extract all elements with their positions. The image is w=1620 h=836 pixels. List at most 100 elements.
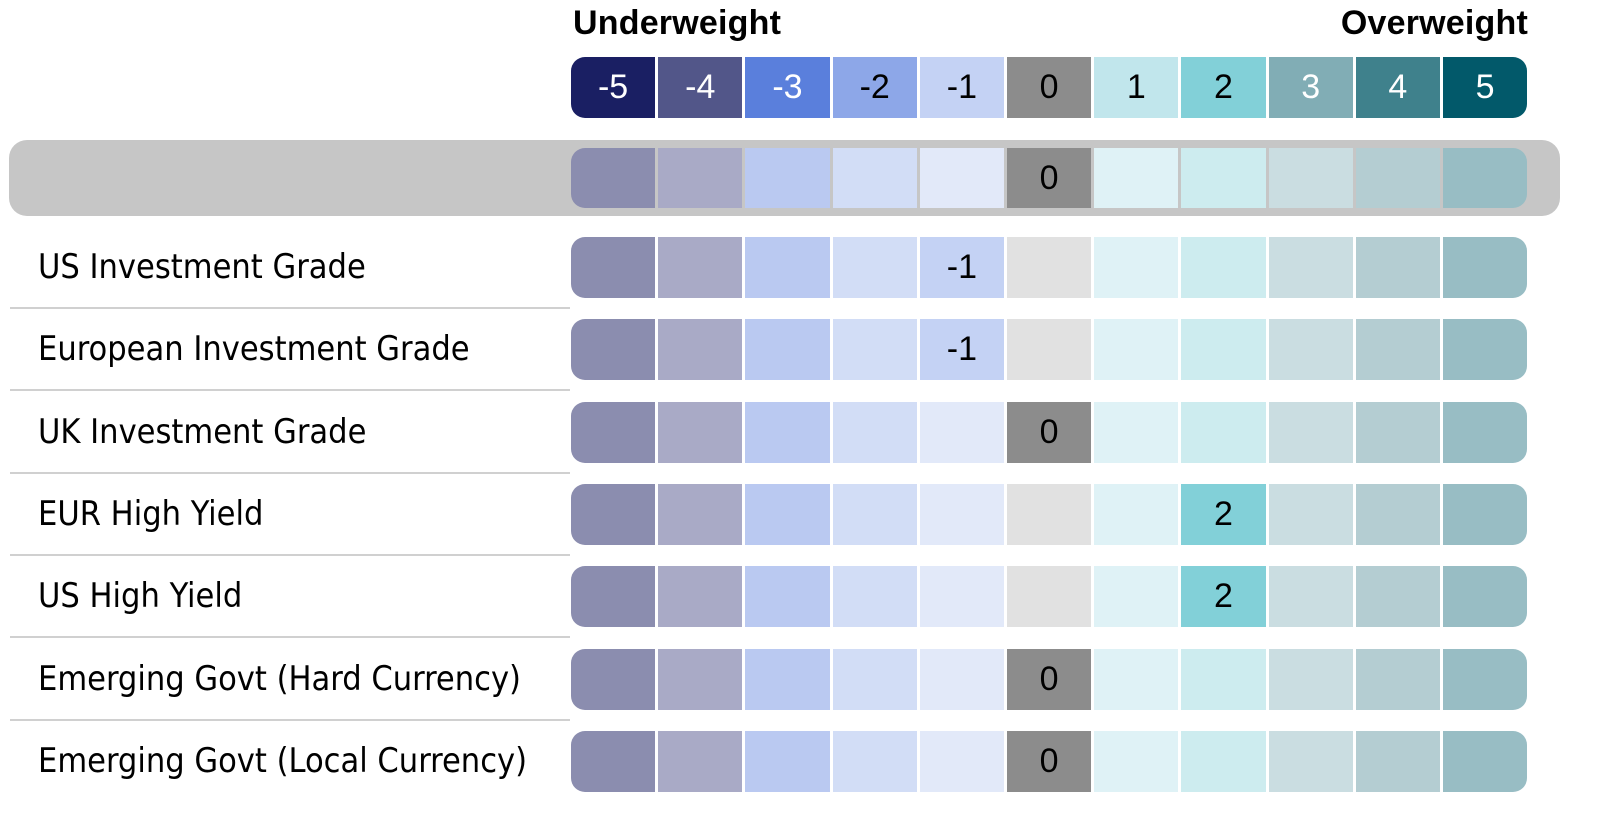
row-cell--2 <box>832 319 917 381</box>
row-cell-5 <box>1443 401 1528 463</box>
row-cell-3 <box>1268 566 1353 628</box>
scale-value-label: -1 <box>946 68 977 106</box>
row-label: EUR High Yield <box>38 493 264 534</box>
scale-value-label: 2 <box>1214 68 1233 106</box>
row-cell-5 <box>1443 237 1528 298</box>
row-cell-4 <box>1355 319 1440 381</box>
row-cell--5 <box>571 648 656 710</box>
row-cell--1 <box>919 648 1004 710</box>
scale-cell-0: 0 <box>1007 57 1092 118</box>
row-cell--2 <box>832 730 917 792</box>
scale-cell-3: 3 <box>1268 57 1353 118</box>
row-cell--5 <box>571 483 656 545</box>
summary-cell-4 <box>1355 148 1440 208</box>
row-cell-1 <box>1094 401 1179 463</box>
table-row: 0 <box>571 401 1528 463</box>
row-cell-4 <box>1355 648 1440 710</box>
scale-value-label: 3 <box>1301 68 1321 106</box>
row-cell-3 <box>1268 237 1353 298</box>
row-label: US Investment Grade <box>38 247 366 287</box>
row-cell--5 <box>571 730 656 792</box>
summary-cell--3 <box>745 148 830 208</box>
overweight-label: Overweight <box>1340 4 1528 42</box>
scale-cell--4: -4 <box>658 57 743 118</box>
row-cell-3 <box>1268 648 1353 710</box>
row-cell-3 <box>1268 730 1353 792</box>
row-cell-1 <box>1094 237 1179 298</box>
row-cell-2 <box>1181 730 1266 792</box>
row-cell--4 <box>658 483 743 545</box>
row-cell--4 <box>658 319 743 381</box>
table-row: 0 <box>571 730 1528 792</box>
row-cell-1 <box>1094 319 1179 381</box>
row-cell--5 <box>571 566 656 628</box>
row-label: Emerging Govt (Local Currency) <box>38 740 528 781</box>
underweight-label: Underweight <box>573 4 782 42</box>
scale-value-label: -3 <box>772 68 803 106</box>
scale-cell-4: 4 <box>1355 57 1440 118</box>
row-divider <box>10 553 570 556</box>
summary-cell-0: 0 <box>1007 148 1092 208</box>
row-cell-5 <box>1443 483 1528 545</box>
row-cell--2 <box>832 401 917 463</box>
scale-cell-5: 5 <box>1443 57 1528 118</box>
row-value-label: 0 <box>1039 412 1059 451</box>
row-cell-4 <box>1355 237 1440 298</box>
row-cell--2 <box>832 483 917 545</box>
row-cell--5 <box>571 237 656 298</box>
row-cell-4 <box>1355 483 1440 545</box>
row-cell-1 <box>1094 648 1179 710</box>
scale-value-label: -2 <box>859 68 890 106</box>
row-label: Emerging Govt (Hard Currency) <box>38 658 521 699</box>
scale-value-label: 4 <box>1388 68 1408 106</box>
row-cell-1 <box>1094 566 1179 628</box>
row-cell--3 <box>745 648 830 710</box>
row-cell-3 <box>1268 319 1353 381</box>
row-cell-2 <box>1181 648 1266 710</box>
row-cell--3 <box>745 730 830 792</box>
row-cell--4 <box>658 237 743 298</box>
row-cell--4 <box>658 648 743 710</box>
row-divider <box>10 718 570 721</box>
row-cell--2 <box>832 566 917 628</box>
summary-cell-3 <box>1268 148 1353 208</box>
table-row: 2 <box>571 566 1528 628</box>
row-cell-5 <box>1443 648 1528 710</box>
row-cell-5 <box>1443 566 1528 628</box>
scale-cell--5: -5 <box>571 57 656 118</box>
row-cell-0 <box>1007 319 1092 381</box>
row-divider <box>10 636 570 639</box>
row-label: European Investment Grade <box>38 329 470 370</box>
summary-cell--2 <box>832 148 917 208</box>
row-cell-3 <box>1268 483 1353 545</box>
scale-value-label: -4 <box>685 68 716 106</box>
table-row: 2 <box>571 483 1528 545</box>
row-cell--5 <box>571 401 656 463</box>
row-cell-0 <box>1007 237 1092 298</box>
row-divider <box>10 389 570 392</box>
row-cell--2 <box>832 648 917 710</box>
row-cell--1 <box>919 730 1004 792</box>
row-value-label: 2 <box>1214 494 1233 533</box>
row-cell-0: 0 <box>1007 648 1092 710</box>
scale-value-label: -5 <box>597 68 629 106</box>
row-value-label: -1 <box>946 330 977 369</box>
summary-value-label: 0 <box>1039 158 1059 197</box>
row-cell-1 <box>1094 483 1179 545</box>
row-cell-5 <box>1443 319 1528 381</box>
row-cell--3 <box>745 566 830 628</box>
row-label: UK Investment Grade <box>38 411 367 452</box>
row-value-label: 0 <box>1039 659 1059 698</box>
scale-cell-1: 1 <box>1094 57 1179 118</box>
row-cell--1 <box>919 483 1004 545</box>
table-row: -1 <box>571 237 1528 298</box>
row-cell-4 <box>1355 566 1440 628</box>
summary-cell-1 <box>1094 148 1179 208</box>
row-label: US High Yield <box>38 576 243 617</box>
row-divider <box>10 471 570 474</box>
summary-cell--1 <box>919 148 1004 208</box>
row-cell--4 <box>658 401 743 463</box>
row-cell--2 <box>832 237 917 298</box>
scale-cell--2: -2 <box>832 57 917 118</box>
row-cell-2: 2 <box>1181 566 1266 628</box>
